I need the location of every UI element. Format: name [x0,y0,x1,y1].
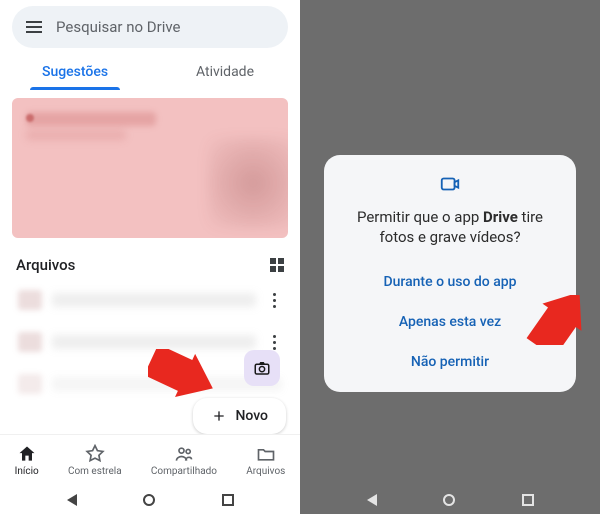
recent-icon[interactable] [522,494,534,506]
guide-arrow-icon [148,349,216,399]
nav-shared[interactable]: Compartilhado [151,444,217,477]
file-more-icon[interactable] [266,335,282,350]
tabs: Sugestões Atividade [0,54,300,90]
plus-icon [211,408,227,424]
nav-label: Arquivos [246,466,285,477]
option-deny[interactable]: Não permitir [346,342,554,382]
new-button[interactable]: Novo [193,398,286,434]
files-section-header: Arquivos [0,246,300,278]
folder-icon [256,444,276,464]
file-more-icon[interactable] [266,293,282,308]
file-row[interactable] [12,280,288,320]
bottom-nav: Início Com estrela Compartilhado Arquivo… [0,434,300,486]
tab-activity[interactable]: Atividade [150,54,300,90]
file-name-blurred [52,335,256,349]
shared-icon [174,444,194,464]
search-placeholder: Pesquisar no Drive [56,18,180,36]
back-icon[interactable] [67,494,77,506]
grid-view-icon[interactable] [270,258,284,272]
star-icon [85,444,105,464]
nav-files[interactable]: Arquivos [246,444,285,477]
nav-label: Com estrela [68,466,122,477]
camera-permission-dialog: Permitir que o app Drive tire fotos e gr… [324,155,576,392]
home-icon [17,444,37,464]
suggestions-card[interactable] [12,98,288,238]
nav-label: Início [15,466,39,477]
nav-starred[interactable]: Com estrela [68,444,122,477]
android-nav-bar [0,486,300,514]
nav-label: Compartilhado [151,466,217,477]
file-thumb-icon [18,374,42,394]
nav-home[interactable]: Início [15,444,39,477]
dialog-title: Permitir que o app Drive tire fotos e gr… [346,207,554,248]
files-section-title: Arquivos [16,256,75,274]
camera-icon [253,359,271,377]
drive-app-screen: Pesquisar no Drive Sugestões Atividade A… [0,0,300,514]
scan-button[interactable] [244,350,280,386]
recent-icon[interactable] [222,494,234,506]
option-only-this-time[interactable]: Apenas esta vez [346,302,554,342]
file-thumb-icon [18,332,42,352]
file-name-blurred [52,293,256,307]
menu-icon[interactable] [26,21,42,33]
new-button-label: Novo [235,408,268,424]
camera-permission-icon [439,173,461,195]
permission-dialog-screen: Permitir que o app Drive tire fotos e gr… [300,0,600,514]
option-while-using[interactable]: Durante o uso do app [346,262,554,302]
guide-arrow-icon [526,295,594,345]
tab-suggestions[interactable]: Sugestões [0,54,150,90]
home-icon[interactable] [143,494,155,506]
home-icon[interactable] [443,494,455,506]
search-bar[interactable]: Pesquisar no Drive [12,6,288,48]
file-thumb-icon [18,290,42,310]
back-icon[interactable] [367,494,377,506]
android-nav-bar [300,486,600,514]
